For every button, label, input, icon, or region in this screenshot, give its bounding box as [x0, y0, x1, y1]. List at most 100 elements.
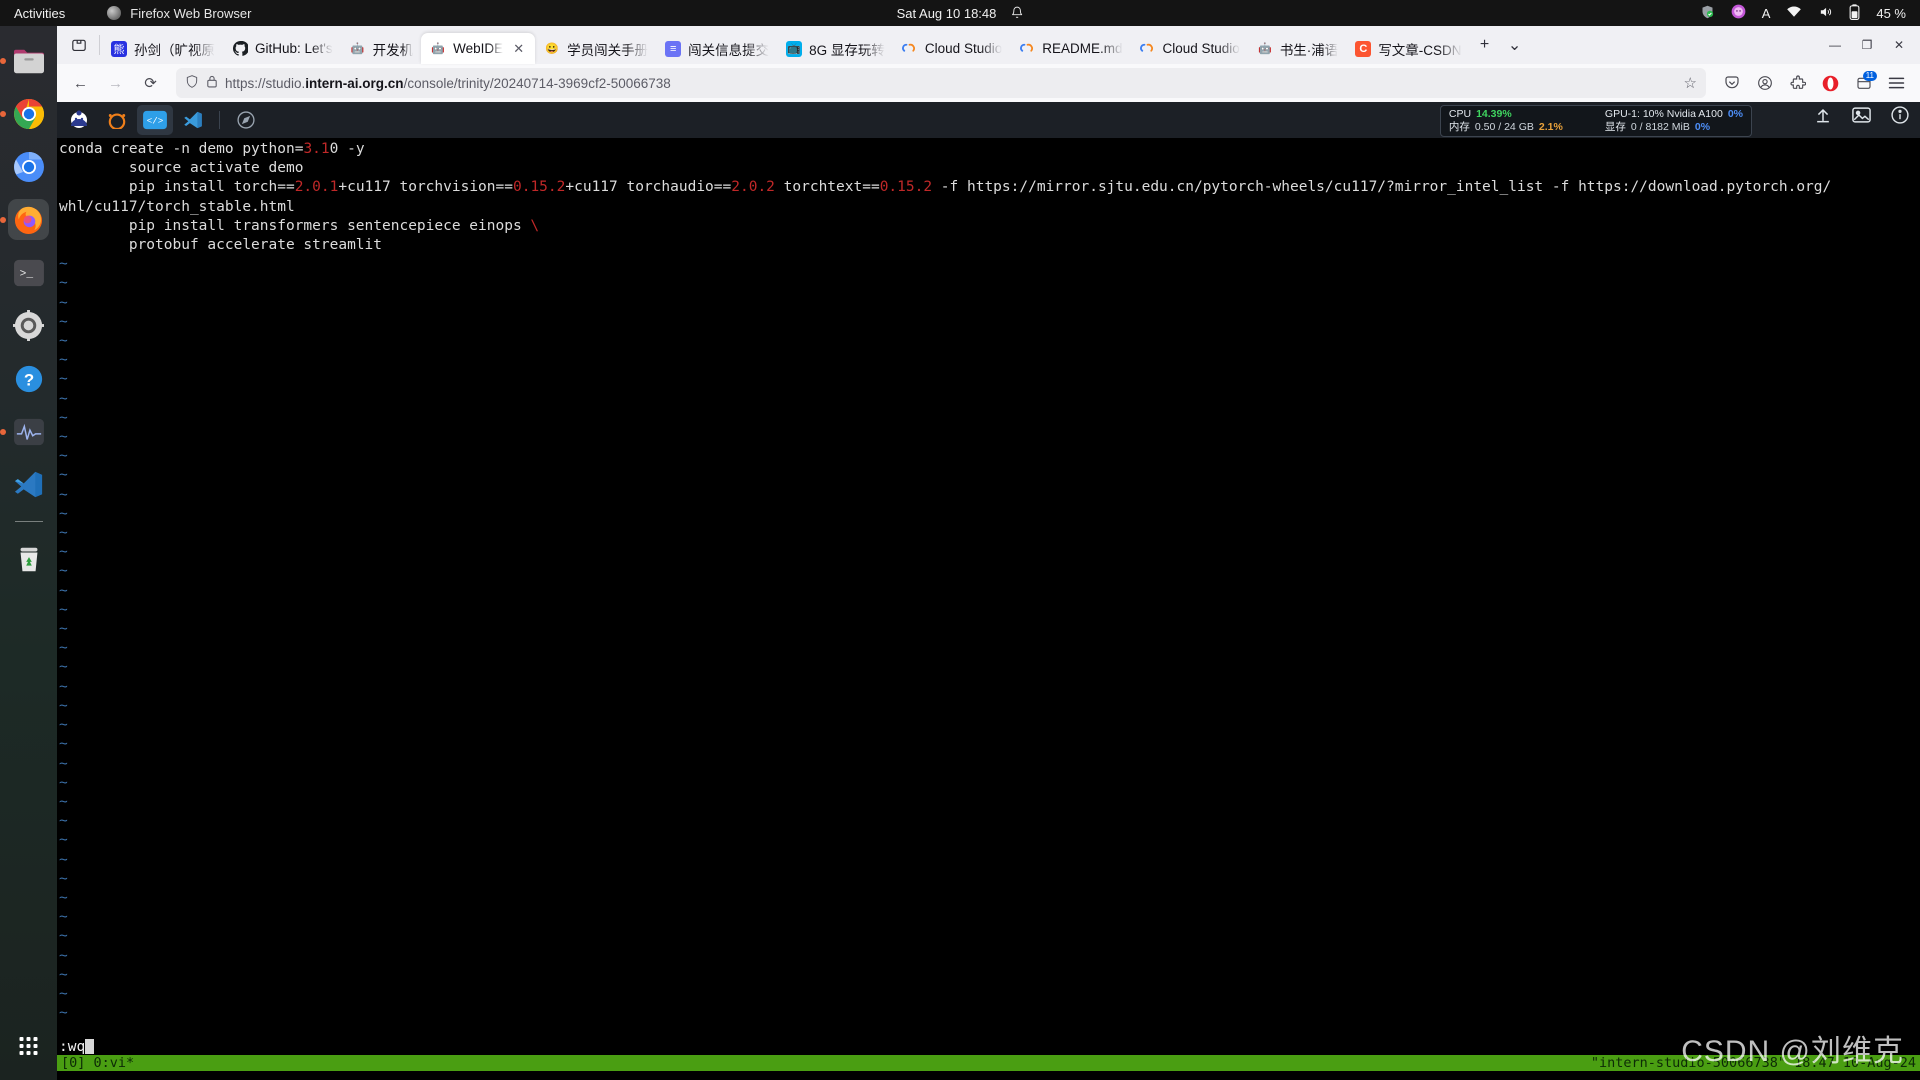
dock-item-chromium[interactable] — [8, 146, 49, 187]
tab-list-dropdown-icon[interactable]: ⌄ — [1500, 30, 1530, 60]
terminal-empty-line: ~ — [59, 409, 68, 426]
svg-text:>_: >_ — [19, 268, 33, 280]
activities-button[interactable]: Activities — [0, 6, 79, 21]
dock-item-settings[interactable] — [8, 305, 49, 346]
terminal-output[interactable]: conda create -n demo python=3.10 -y sour… — [57, 138, 1920, 1080]
clock-area[interactable]: Sat Aug 10 18:48 — [897, 5, 1024, 22]
compass-icon[interactable] — [228, 105, 264, 135]
forward-button[interactable]: → — [100, 68, 131, 99]
browser-tab-0[interactable]: 熊 孙剑（旷视原 — [102, 33, 223, 64]
back-button[interactable]: ← — [65, 68, 96, 99]
notifications-bell-icon[interactable] — [1010, 5, 1023, 22]
running-indicator-dot — [0, 110, 6, 117]
maximize-button[interactable]: ❐ — [1852, 30, 1882, 60]
active-app-indicator[interactable]: Firefox Web Browser — [107, 6, 251, 21]
browser-tab-5[interactable]: ≡ 闯关信息提交 — [656, 33, 777, 64]
terminal-empty-line: ~ — [59, 525, 68, 542]
browser-tab-10[interactable]: 🤖 书生·浦语 — [1248, 33, 1347, 64]
reload-button[interactable]: ⟳ — [135, 68, 166, 99]
terminal-empty-line: ~ — [59, 678, 68, 695]
lock-icon[interactable] — [206, 74, 218, 92]
dock-item-files[interactable] — [0, 40, 49, 81]
menu-icon[interactable] — [1881, 68, 1912, 99]
terminal-line: pip install transformers sentencepiece e… — [59, 217, 540, 234]
system-tray[interactable]: A 45 % — [1700, 0, 1906, 26]
dock-item-google-chrome[interactable] — [0, 93, 49, 134]
terminal-empty-line: ~ — [59, 371, 68, 388]
show-applications-button[interactable] — [8, 1025, 49, 1066]
terminal-empty-line: ~ — [59, 928, 68, 945]
address-bar[interactable]: https://studio.intern-ai.org.cn/console/… — [176, 68, 1706, 98]
cloudstudio-icon — [1019, 41, 1035, 57]
wifi-icon — [1786, 5, 1802, 21]
extensions-icon[interactable] — [1782, 68, 1813, 99]
terminal-empty-line: ~ — [59, 467, 68, 484]
conda-icon[interactable] — [99, 105, 135, 135]
tab-label: 写文章-CSDN — [1378, 42, 1462, 58]
terminal-empty-line: ~ — [59, 448, 68, 465]
browser-tab-2[interactable]: 🤖 开发机 — [341, 33, 422, 64]
resource-stats-panel: CPU 14.39% GPU-1: 10% Nvidia A100 0% 内存 … — [1439, 105, 1752, 137]
tab-label: Cloud Studio — [1162, 41, 1240, 56]
terminal-empty-line: ~ — [59, 313, 68, 330]
vscode-icon[interactable] — [175, 105, 211, 135]
dock-item-terminal[interactable]: >_ — [8, 252, 49, 293]
toolbar-right-actions: 11 — [1716, 68, 1912, 99]
shield-tracking-icon[interactable] — [185, 74, 199, 92]
gpu-stat: GPU-1: 10% Nvidia A100 0% — [1605, 108, 1743, 121]
dock-item-vscode[interactable] — [8, 464, 49, 505]
terminal-empty-line: ~ — [59, 256, 68, 273]
browser-tab-6[interactable]: 📺 8G 显存玩转 — [777, 33, 893, 64]
close-tab-icon[interactable]: ✕ — [510, 40, 527, 57]
tab-label: README.md — [1042, 41, 1123, 56]
container-tabs-icon[interactable]: 11 — [1848, 68, 1879, 99]
info-icon[interactable] — [1890, 105, 1910, 130]
account-icon[interactable] — [1749, 68, 1780, 99]
opera-icon[interactable] — [1815, 68, 1846, 99]
terminal-empty-line: ~ — [59, 832, 68, 849]
firefox-icon — [107, 6, 122, 20]
gpu-label: GPU-1: 10% Nvidia A100 — [1604, 108, 1723, 120]
dock-item-help[interactable]: ? — [8, 358, 49, 399]
dock-item-firefox[interactable] — [0, 199, 49, 240]
bookmark-star-icon[interactable]: ☆ — [1684, 74, 1697, 92]
browser-tab-1[interactable]: GitHub: Let's — [223, 33, 341, 64]
terminal-empty-line: ~ — [59, 985, 68, 1002]
url-host: intern-ai.org.cn — [305, 75, 404, 91]
terminal-empty-line: ~ — [59, 947, 68, 964]
dock-item-trash[interactable] — [8, 538, 49, 579]
browser-tab-9[interactable]: Cloud Studio — [1131, 33, 1248, 64]
url-prefix: https://studio. — [225, 75, 306, 91]
code-icon[interactable]: </> — [137, 105, 173, 135]
intern-logo-icon[interactable] — [61, 105, 97, 135]
terminal-empty-line: ~ — [59, 563, 68, 580]
gpu-value: 0% — [1727, 108, 1743, 120]
browser-tab-8[interactable]: README.md — [1010, 33, 1130, 64]
browser-tab-3[interactable]: 🤖 WebIDE ✕ — [421, 33, 536, 64]
csdn-icon: C — [1355, 40, 1372, 57]
close-window-button[interactable]: ✕ — [1884, 30, 1914, 60]
tab-label: WebIDE — [453, 41, 504, 56]
minimize-button[interactable]: — — [1820, 30, 1850, 60]
save-to-pocket-icon[interactable] — [1716, 68, 1747, 99]
browser-tab-7[interactable]: Cloud Studio — [893, 33, 1010, 64]
browser-tab-4[interactable]: 😀 学员闯关手册 — [535, 33, 656, 64]
dock-item-system-monitor[interactable] — [0, 411, 49, 452]
keyboard-layout-icon[interactable]: A — [1762, 6, 1771, 21]
terminal-empty-line: ~ — [59, 909, 68, 926]
tab-label: 8G 显存玩转 — [809, 42, 885, 58]
terminal-empty-line: ~ — [59, 755, 68, 772]
svg-text:?: ? — [23, 370, 33, 389]
browser-tab-11[interactable]: C 写文章-CSDN — [1346, 33, 1469, 64]
toolbar-separator — [219, 111, 220, 129]
upload-icon[interactable] — [1813, 105, 1833, 130]
bilibili-icon: 📺 — [786, 40, 803, 57]
tab-label: 书生·浦语 — [1279, 42, 1339, 58]
list-all-tabs-button[interactable] — [61, 26, 97, 64]
text-cursor — [85, 1039, 95, 1054]
url-text: https://studio.intern-ai.org.cn/console/… — [225, 76, 1677, 91]
new-tab-button[interactable]: + — [1470, 30, 1500, 60]
image-icon[interactable] — [1851, 106, 1872, 129]
terminal-empty-line: ~ — [59, 601, 68, 618]
memory-percent: 2.1% — [1538, 121, 1563, 133]
